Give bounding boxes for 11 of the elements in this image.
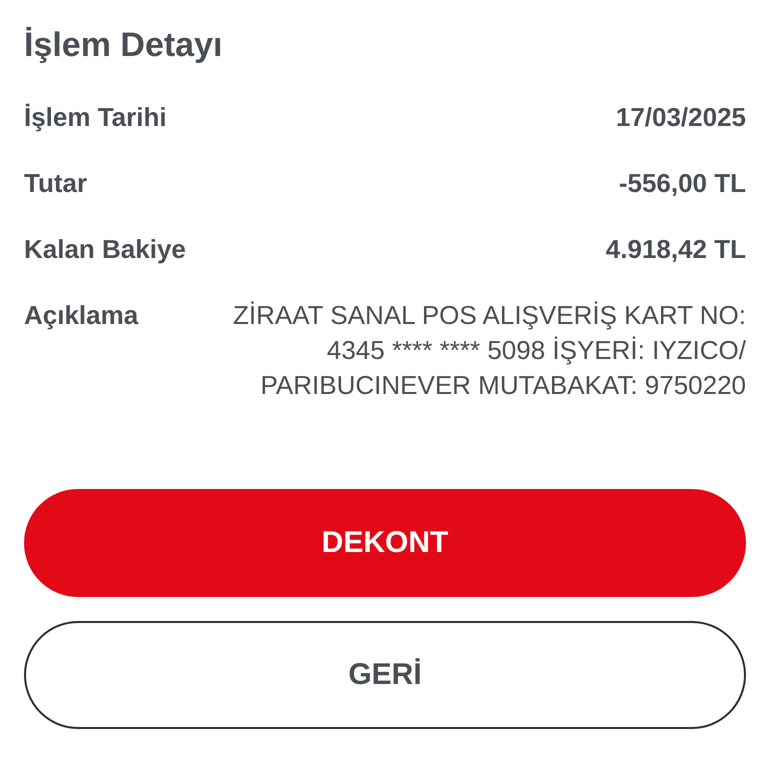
page-title: İşlem Detayı — [24, 25, 224, 66]
back-button[interactable]: GERİ — [24, 621, 746, 729]
field-value: 4.918,42 TL — [606, 233, 746, 266]
receipt-button[interactable]: DEKONT — [24, 489, 746, 597]
description-text: ZİRAAT SANAL POS ALIŞVERİŞ KART NO: 4345 **** **** 5098 İŞYERİ: IYZICO/ PARIBUCINEVER MUTABAKAT: 9750220 — [232, 299, 746, 402]
field-label: İşlem Tarihi — [24, 101, 167, 134]
field-label: Tutar — [24, 167, 88, 200]
field-value: 17/03/2025 — [616, 101, 746, 134]
field-label: Kalan Bakiye — [24, 233, 186, 266]
field-label: Açıklama — [24, 299, 138, 332]
field-value: -556,00 TL — [618, 167, 746, 200]
